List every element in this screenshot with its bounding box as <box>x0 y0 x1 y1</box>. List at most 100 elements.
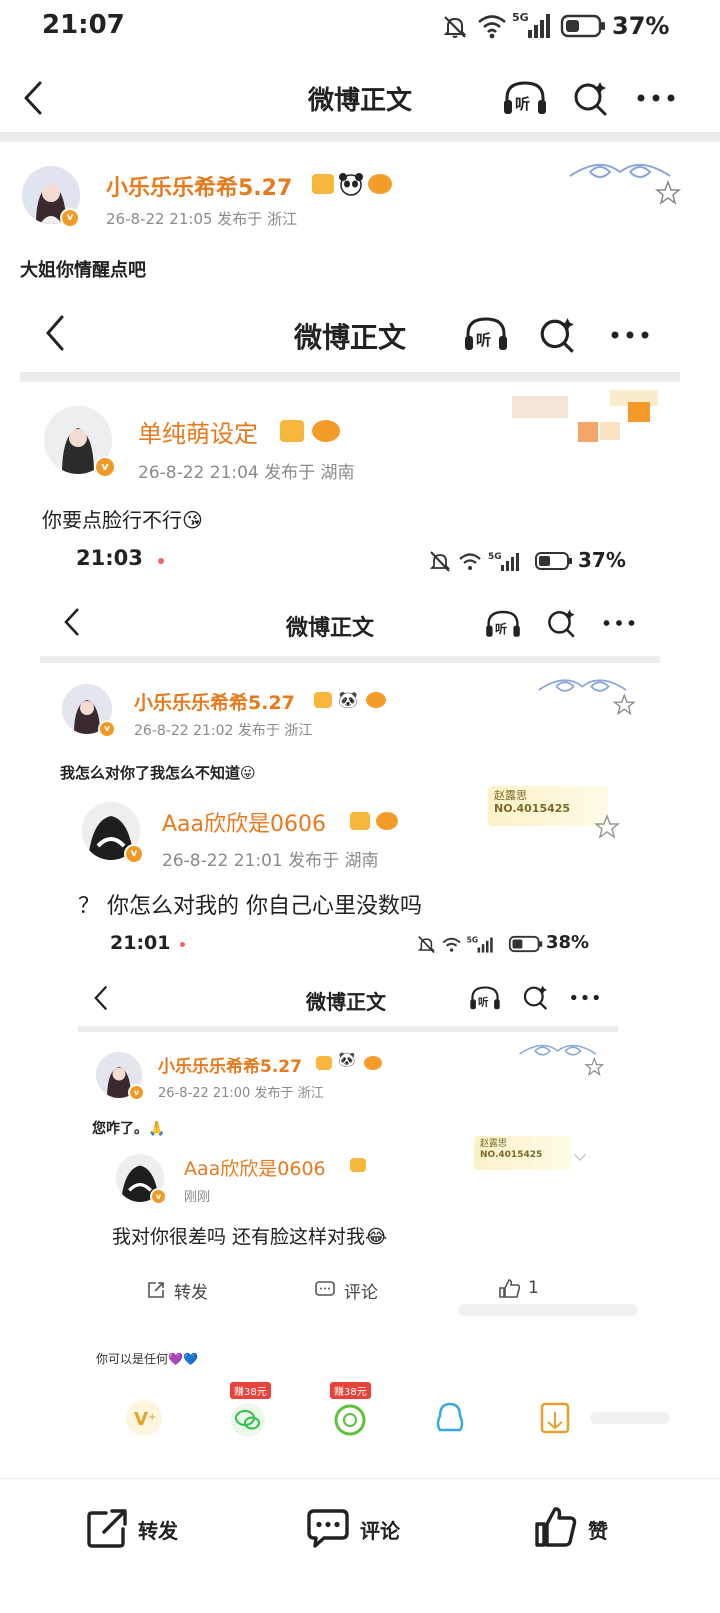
back-icon <box>46 315 64 351</box>
status-icons: 5G <box>430 551 519 572</box>
share-wechat-icon <box>230 1402 266 1438</box>
embedded-text: 我怎么对你了我怎么不知道😛 <box>60 764 256 782</box>
crown-badge-icon <box>314 692 332 708</box>
listen-icon: 听 <box>470 986 500 1010</box>
listen-icon[interactable]: 听 <box>502 78 548 118</box>
ribbon-decoration-icon <box>538 679 636 716</box>
notification-dot <box>158 558 164 564</box>
battery-icon <box>560 14 605 38</box>
search-icon <box>540 318 574 353</box>
svg-text:听: 听 <box>478 996 489 1009</box>
embedded-author: 小乐乐乐希希5.27 <box>134 692 295 714</box>
embedded-text: 你要点脸行不行😘 <box>42 508 203 532</box>
listen-icon: 听 <box>486 610 520 637</box>
footer-text: 你可以是任何💜💙 <box>96 1352 198 1366</box>
comment-icon <box>315 1281 335 1296</box>
fan-card-name: 赵露思 <box>480 1139 508 1149</box>
like-label: 赞 <box>588 1519 608 1543</box>
quoted-text: ？ 你怎么对我的 你自己心里没数吗 <box>78 894 422 919</box>
repost-button[interactable]: 转发 <box>86 1503 196 1553</box>
repost-icon <box>148 1282 164 1298</box>
fish-badge-icon <box>376 812 398 830</box>
ribbon-decoration-icon <box>569 164 682 205</box>
battery-percent: 37% <box>578 548 626 572</box>
status-bar: 21:07 5G 37% <box>0 0 720 56</box>
search-icon <box>523 985 548 1010</box>
svg-text:听: 听 <box>476 331 491 349</box>
share-moments-icon <box>332 1402 368 1438</box>
embedded-meta: 26-8-22 21:04 发布于 湖南 <box>138 463 355 483</box>
mute-icon <box>443 16 467 38</box>
battery-icon <box>535 552 572 570</box>
embedded-title: 微博正文 <box>285 616 374 641</box>
repost-label: 转发 <box>138 1519 178 1543</box>
quoted-author: Aaa欣欣是0606 <box>184 1158 326 1180</box>
fish-badge-icon <box>364 1056 382 1070</box>
embedded-title: 微博正文 <box>293 321 406 354</box>
svg-text:+: + <box>148 1412 156 1423</box>
battery-icon <box>508 935 543 953</box>
crown-badge-icon <box>350 812 370 830</box>
embedded-meta: 26-8-22 21:00 发布于 浙江 <box>158 1086 324 1101</box>
battery-percent: 37% <box>612 12 670 40</box>
panda-icon <box>339 173 363 196</box>
repost-icon <box>87 1509 127 1548</box>
status-time: 21:07 <box>42 10 125 40</box>
nav-bar: 微博正文 听 <box>0 64 720 130</box>
like-count: 1 <box>528 1278 539 1298</box>
crown-badge-icon <box>350 1158 366 1172</box>
svg-text:听: 听 <box>515 95 530 113</box>
status-time: 21:01 <box>110 932 171 954</box>
page-title: 微博正文 <box>307 86 412 116</box>
quoted-author: Aaa欣欣是0606 <box>162 812 327 837</box>
post-author[interactable]: 小乐乐乐希希5.27 <box>106 170 292 202</box>
svg-text:V: V <box>134 1409 148 1430</box>
watermark <box>590 1412 670 1424</box>
svg-text:5G: 5G <box>512 11 529 24</box>
crown-badge-icon <box>280 420 304 442</box>
post-text: 大姐你情醒点吧 <box>20 260 146 281</box>
verified-badge: v <box>98 720 116 738</box>
more-icon <box>611 331 649 339</box>
post-meta: 26-8-22 21:05 发布于 浙江 <box>106 210 298 228</box>
panda-icon: 🐼 <box>338 690 358 709</box>
post-header: v 小乐乐乐希希5.27 26-8-22 21:05 发布于 浙江 大姐你情醒点… <box>0 142 720 290</box>
back-icon[interactable] <box>18 80 48 116</box>
verified-badge: v <box>94 456 116 478</box>
repost-label: 转发 <box>174 1283 208 1303</box>
comment-label: 评论 <box>344 1283 378 1303</box>
crown-badge-icon <box>312 174 334 194</box>
watermark <box>458 1304 638 1316</box>
fan-card: 赵露思 NO.4015425 <box>488 786 608 826</box>
like-button[interactable]: 赞 <box>534 1503 634 1553</box>
status-icons: 5G <box>418 935 493 954</box>
fish-badge-icon <box>368 174 392 194</box>
search-icon <box>548 609 575 638</box>
embedded-author: 单纯萌设定 <box>138 420 258 448</box>
back-icon <box>64 608 79 636</box>
verified-badge: v <box>60 208 80 228</box>
comment-label: 评论 <box>360 1519 400 1543</box>
status-time: 21:03 <box>76 546 143 570</box>
share-vplus-icon: V + <box>124 1398 164 1438</box>
reward-tag: 赚38元 <box>330 1382 371 1399</box>
comment-button[interactable]: 评论 <box>306 1503 416 1553</box>
back-icon <box>94 985 108 1011</box>
svg-text:5G: 5G <box>467 935 478 944</box>
nav-separator <box>0 132 720 142</box>
battery-percent: 38% <box>546 932 590 953</box>
chevron-down-icon <box>573 1153 587 1162</box>
svg-text:听: 听 <box>495 621 507 636</box>
quoted-meta: 刚刚 <box>184 1190 211 1205</box>
nav-separator <box>20 372 680 382</box>
search-icon[interactable] <box>572 80 610 118</box>
crown-badge-icon <box>316 1056 332 1070</box>
more-icon[interactable] <box>636 92 676 104</box>
comment-icon <box>307 1509 349 1548</box>
fish-badge-icon <box>366 692 386 708</box>
ribbon-decoration-icon <box>519 1044 605 1076</box>
listen-icon: 听 <box>465 317 507 350</box>
star-icon <box>594 814 620 839</box>
wifi-icon <box>478 15 506 39</box>
fan-card: 赵露思 NO.4015425 <box>474 1136 572 1170</box>
